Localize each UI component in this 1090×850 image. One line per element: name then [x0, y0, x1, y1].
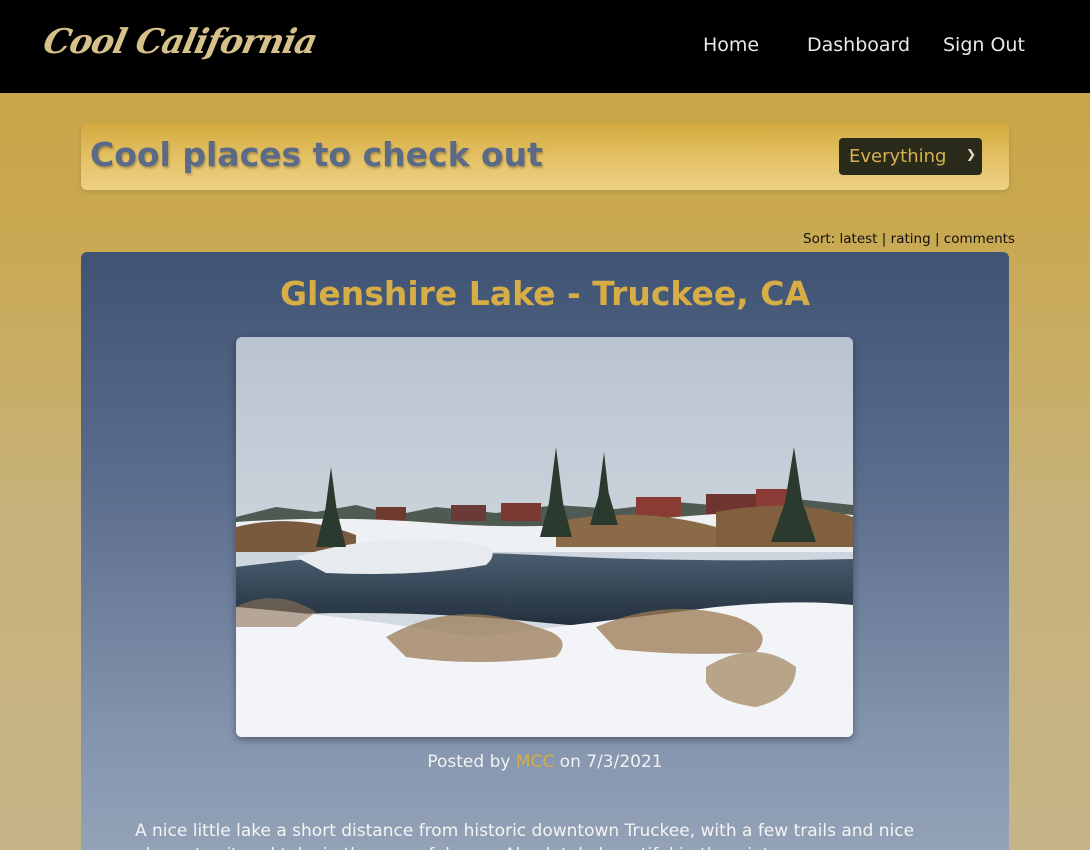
sort-separator: |: [934, 231, 940, 247]
post-title[interactable]: Glenshire Lake - Truckee, CA: [81, 274, 1009, 313]
post-card: Glenshire Lake - Truckee, CA Posted by M…: [81, 252, 1009, 850]
site-logo[interactable]: Cool California: [40, 22, 320, 62]
sort-comments-link[interactable]: comments: [944, 231, 1015, 247]
nav-home-link[interactable]: Home: [703, 34, 759, 56]
author-link[interactable]: MCC: [516, 752, 554, 772]
sort-rating-link[interactable]: rating: [891, 231, 931, 247]
on-label: on: [559, 752, 581, 772]
sort-separator: |: [881, 231, 887, 247]
category-filter-select[interactable]: Everything ❯: [839, 138, 982, 175]
top-navbar: Cool California Home Dashboard Sign Out: [0, 0, 1090, 93]
sort-controls: Sort: latest | rating | comments: [803, 231, 1015, 247]
nav-sign-out-link[interactable]: Sign Out: [943, 34, 1025, 56]
sort-label: Sort:: [803, 231, 836, 247]
sort-latest-link[interactable]: latest: [840, 231, 878, 247]
chevron-down-icon: ❯: [965, 147, 976, 161]
places-header: Cool places to check out Everything ❯: [81, 123, 1009, 190]
nav-dashboard-link[interactable]: Dashboard: [807, 34, 910, 56]
page-title: Cool places to check out: [90, 135, 543, 174]
post-description: A nice little lake a short distance from…: [135, 821, 915, 850]
post-meta: Posted by MCC on 7/3/2021: [81, 752, 1009, 772]
post-photo[interactable]: [236, 337, 853, 737]
filter-selected-value: Everything: [849, 146, 947, 167]
post-date: 7/3/2021: [586, 752, 663, 772]
posted-by-label: Posted by: [427, 752, 511, 772]
